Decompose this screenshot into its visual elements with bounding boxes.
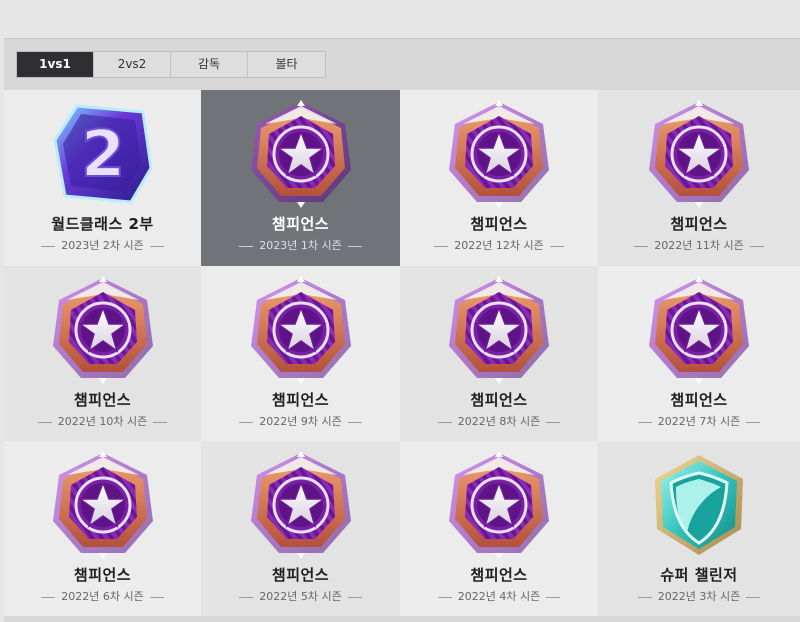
rank-title: 챔피언스: [73, 566, 132, 584]
season-text: 2022년 11차 시즌: [654, 239, 744, 252]
rank-history-panel: 1vs1 2vs2 감독 볼타 2 월드클래스 2부 2023년 2차 시즌 챔피…: [4, 38, 800, 622]
divider: [637, 421, 652, 423]
rank-badge-card[interactable]: 슈퍼 챌린저 2022년 3차 시즌: [598, 441, 800, 616]
divider: [347, 421, 362, 423]
rank-title: 챔피언스: [271, 391, 330, 409]
season-label: 2022년 10차 시즌: [4, 413, 201, 429]
divider: [239, 596, 254, 598]
divider: [41, 245, 56, 247]
tab-manager[interactable]: 감독: [171, 52, 248, 77]
rank-badge-card[interactable]: 챔피언스 2023년 1차 시즌: [201, 90, 400, 266]
season-label: 2022년 4차 시즌: [400, 588, 598, 604]
divider: [41, 596, 56, 598]
rank-badge-card[interactable]: 2 월드클래스 2부 2023년 2차 시즌: [4, 90, 201, 266]
champions-star-badge-icon: [443, 274, 555, 386]
rank-badge-grid: 2 월드클래스 2부 2023년 2차 시즌 챔피언스 2023년 1차 시즌 챔피…: [4, 90, 800, 622]
season-text: 2022년 6차 시즌: [61, 590, 144, 603]
rank-title: 챔피언스: [470, 566, 528, 584]
season-text: 2023년 2차 시즌: [61, 239, 144, 252]
rank-badge-card[interactable]: 챔피언스 2022년 9차 시즌: [201, 266, 400, 441]
rank-badge-card[interactable]: 챔피언스 2022년 7차 시즌: [598, 266, 800, 441]
divider: [149, 596, 164, 598]
divider: [239, 245, 254, 247]
divider: [749, 245, 764, 247]
season-label: 2022년 11차 시즌: [598, 237, 800, 253]
champions-star-badge-icon: [245, 98, 357, 210]
champions-star-badge-icon: [443, 449, 555, 561]
champions-star-badge-icon: [643, 274, 755, 386]
season-text: 2023년 1차 시즌: [259, 239, 342, 252]
season-text: 2022년 8차 시즌: [457, 415, 541, 428]
rank-badge-card[interactable]: 챔피언스 2022년 6차 시즌: [4, 441, 201, 616]
divider: [437, 596, 452, 598]
svg-text:2: 2: [80, 118, 125, 192]
champions-star-badge-icon: [245, 274, 357, 386]
season-label: 2022년 7차 시즌: [598, 413, 800, 429]
season-label: 2022년 3차 시즌: [598, 588, 800, 604]
season-text: 2022년 4차 시즌: [457, 590, 541, 603]
mode-tabs: 1vs1 2vs2 감독 볼타: [16, 51, 326, 78]
super-challenger-shield-badge-icon: [643, 449, 755, 561]
champions-star-badge-icon: [443, 98, 555, 210]
season-label: 2023년 1차 시즌: [201, 237, 400, 253]
rank-title: 슈퍼 챌린저: [660, 566, 738, 584]
rank-badge-card[interactable]: 챔피언스 2022년 5차 시즌: [201, 441, 400, 616]
divider: [347, 596, 362, 598]
world-class-2-badge-icon: 2: [47, 98, 159, 210]
season-text: 2022년 12차 시즌: [454, 239, 544, 252]
champions-star-badge-icon: [47, 274, 159, 386]
season-text: 2022년 10차 시즌: [57, 415, 148, 428]
champions-star-badge-icon: [47, 449, 159, 561]
champions-star-badge-icon: [245, 449, 357, 561]
tab-1vs1[interactable]: 1vs1: [17, 52, 94, 77]
divider: [546, 596, 561, 598]
rank-badge-card[interactable]: 챔피언스 2022년 4차 시즌: [400, 441, 598, 616]
divider: [37, 421, 52, 423]
tab-2vs2[interactable]: 2vs2: [94, 52, 171, 77]
season-text: 2022년 3차 시즌: [657, 590, 741, 603]
season-label: 2023년 2차 시즌: [4, 237, 201, 253]
rank-title: 챔피언스: [670, 391, 728, 409]
divider: [546, 421, 561, 423]
divider: [637, 596, 652, 598]
divider: [549, 245, 564, 247]
season-label: 2022년 5차 시즌: [201, 588, 400, 604]
divider: [434, 245, 449, 247]
season-label: 2022년 12차 시즌: [400, 237, 598, 253]
season-label: 2022년 6차 시즌: [4, 588, 201, 604]
rank-badge-card[interactable]: 챔피언스 2022년 8차 시즌: [400, 266, 598, 441]
season-label: 2022년 9차 시즌: [201, 413, 400, 429]
divider: [153, 421, 168, 423]
rank-badge-card[interactable]: 챔피언스 2022년 11차 시즌: [598, 90, 800, 266]
rank-title: 챔피언스: [271, 566, 330, 584]
champions-star-badge-icon: [643, 98, 755, 210]
rank-title: 챔피언스: [470, 391, 528, 409]
season-label: 2022년 8차 시즌: [400, 413, 598, 429]
divider: [746, 421, 761, 423]
tab-volta[interactable]: 볼타: [248, 52, 325, 77]
rank-title: 챔피언스: [73, 391, 132, 409]
rank-title: 챔피언스: [670, 215, 728, 233]
season-text: 2022년 7차 시즌: [657, 415, 741, 428]
rank-badge-card[interactable]: 챔피언스 2022년 10차 시즌: [4, 266, 201, 441]
divider: [634, 245, 649, 247]
season-text: 2022년 5차 시즌: [259, 590, 342, 603]
rank-title: 챔피언스: [470, 215, 528, 233]
divider: [746, 596, 761, 598]
divider: [239, 421, 254, 423]
rank-badge-card[interactable]: 챔피언스 2022년 12차 시즌: [400, 90, 598, 266]
divider: [347, 245, 362, 247]
season-text: 2022년 9차 시즌: [259, 415, 342, 428]
rank-title: 월드클래스 2부: [51, 215, 154, 233]
divider: [149, 245, 164, 247]
divider: [437, 421, 452, 423]
rank-title: 챔피언스: [271, 215, 330, 233]
